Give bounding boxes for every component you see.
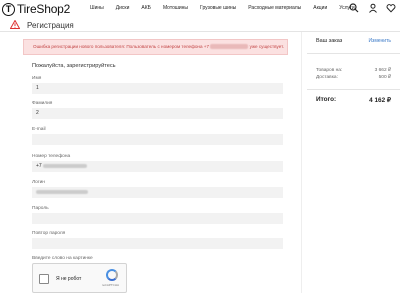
nav-item-batteries[interactable]: АКБ <box>141 5 151 11</box>
nav-item-wheels[interactable]: Диски <box>116 5 130 11</box>
captcha-checkbox[interactable] <box>39 274 49 284</box>
password-label: Пароль <box>32 206 49 211</box>
summary-row-goods: Товаров на: 3 662 ₽ <box>316 68 391 73</box>
edit-order-link[interactable]: Изменить <box>368 38 391 44</box>
redacted-phone-value <box>43 163 88 168</box>
order-summary: Ваш заказ Изменить Товаров на: 3 662 ₽ Д… <box>307 34 400 293</box>
email-label: E-mail <box>32 127 46 132</box>
form-heading: Пожалуйста, зарегистрируйтесь <box>32 63 116 69</box>
column-divider <box>301 32 302 293</box>
first-name-label: Имя <box>32 76 42 81</box>
error-message: Ошибка регистрации нового пользователя: … <box>23 39 288 55</box>
heart-icon[interactable] <box>386 3 396 13</box>
nav-item-tires[interactable]: Шины <box>90 5 104 11</box>
recaptcha-widget: Я не робот reCAPTCHA <box>32 263 127 293</box>
header: T TireShop2 Шины Диски АКБ Мотошины Груз… <box>0 0 400 18</box>
first-name-field[interactable]: 1 <box>32 83 283 94</box>
email-field[interactable] <box>32 134 283 145</box>
redacted-login-value <box>36 189 88 194</box>
recaptcha-icon <box>106 269 118 281</box>
summary-row-delivery: Доставка: 500 ₽ <box>316 75 391 80</box>
main-nav: Шины Диски АКБ Мотошины Грузовые шины Ра… <box>90 5 355 11</box>
logo-mark: T <box>2 2 15 16</box>
recaptcha-brand: reCAPTCHA <box>102 283 120 287</box>
phone-label: Номер телефона <box>32 154 71 159</box>
login-field[interactable] <box>32 187 283 198</box>
total-label: Итого: <box>316 96 337 103</box>
nav-item-promos[interactable]: Акции <box>313 5 327 11</box>
password-field[interactable] <box>32 213 283 224</box>
redacted-phone <box>210 44 249 50</box>
warning-icon <box>9 19 21 29</box>
phone-value: +7 <box>36 163 42 169</box>
nav-item-truck-tires[interactable]: Грузовые шины <box>200 5 236 11</box>
password-repeat-label: Повтор пароля <box>32 231 66 236</box>
goods-value: 3 662 ₽ <box>374 68 391 73</box>
order-summary-title: Ваш заказ <box>316 38 343 44</box>
user-icon[interactable] <box>368 3 378 13</box>
logo[interactable]: T TireShop2 <box>2 2 70 16</box>
phone-field[interactable]: +7 <box>32 161 283 172</box>
page-title: Регистрация <box>27 21 74 30</box>
logo-text: TireShop2 <box>17 2 71 16</box>
delivery-value: 500 ₽ <box>378 75 391 80</box>
goods-label: Товаров на: <box>316 68 343 73</box>
error-text: Ошибка регистрации нового пользователя: … <box>33 44 210 49</box>
summary-total: Итого: 4 162 ₽ <box>316 96 391 104</box>
password-repeat-field[interactable] <box>32 238 283 249</box>
nav-item-moto-tires[interactable]: Мотошины <box>163 5 188 11</box>
captcha-checkbox-label: Я не робот <box>56 276 82 282</box>
total-value: 4 162 ₽ <box>369 97 391 104</box>
error-text-suffix: уже существует. <box>249 44 284 49</box>
summary-divider <box>307 89 400 90</box>
last-name-label: Фамилия <box>32 101 53 106</box>
nav-item-consumables[interactable]: Расходные материалы <box>248 5 301 11</box>
search-icon[interactable] <box>349 3 359 13</box>
order-summary-header: Ваш заказ Изменить <box>307 34 400 54</box>
login-label: Логин <box>32 180 45 185</box>
captcha-label: Введите слово на картинке <box>32 256 93 261</box>
delivery-label: Доставка: <box>316 75 338 80</box>
last-name-field[interactable]: 2 <box>32 108 283 119</box>
